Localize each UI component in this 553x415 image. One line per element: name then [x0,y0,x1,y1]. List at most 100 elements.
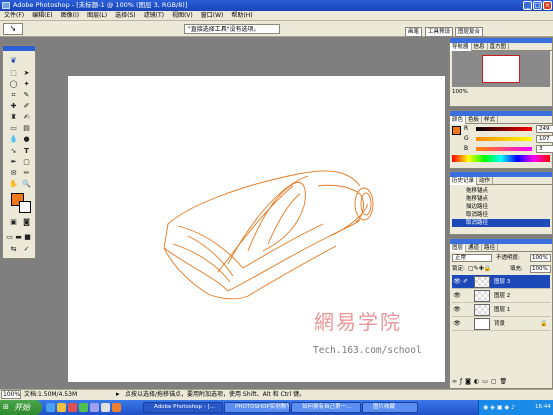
tab-histogram[interactable]: 直方图 [488,43,510,51]
taskbar-item-pictures[interactable]: 图片收藏 [362,402,418,413]
color-spectrum-bar[interactable] [452,155,550,162]
menu-layer[interactable]: 图层(L) [83,11,111,21]
well-tab-tool-presets[interactable]: 工具预设 [425,27,454,37]
fill-field[interactable]: 100% [530,265,551,273]
taskbar-item-web[interactable]: 如何拥有自己第一... [291,402,361,413]
blur-tool-icon[interactable]: 💧 [8,134,19,145]
eye-icon[interactable]: 👁 [453,292,461,300]
eye-icon[interactable]: 👁 [453,278,461,286]
tab-channels[interactable]: 通道 [466,244,483,252]
close-button[interactable]: × [543,1,552,10]
browser-icon[interactable] [112,403,121,412]
pen-tool-icon[interactable]: ✒ [8,157,19,168]
shortcut-icon[interactable] [101,403,110,412]
tab-color[interactable]: 颜色 [450,116,467,124]
menu-view[interactable]: 视图(V) [168,11,197,21]
adjustment-layer-icon[interactable]: ◐ [474,378,482,385]
link-layers-icon[interactable]: ∞ [452,378,460,385]
tab-layers[interactable]: 图层 [450,244,467,252]
tab-actions[interactable]: 动作 [477,177,494,185]
status-doc-size[interactable]: 文档:1.50M/4.53M [24,389,77,400]
canvas[interactable] [68,76,445,382]
ie-icon[interactable] [46,403,55,412]
screen-mode-full-icon[interactable]: ■ [23,232,32,243]
menu-select[interactable]: 选择(S) [111,11,140,21]
path-selection-tool-icon[interactable]: ➘ [8,146,19,157]
status-arrow-icon[interactable]: ▸ [116,390,120,399]
history-item-current[interactable]: 取消路径 [452,219,550,227]
jump-to-imageready-icon[interactable]: ✓ [21,244,32,255]
layer-row[interactable]: 👁 背景 🔒 [452,317,550,331]
tab-paths[interactable]: 路径 [482,244,499,252]
imageready-icon[interactable]: ⇆ [8,244,19,255]
lock-icons[interactable]: ▢✎✚🔒 [468,265,491,273]
layer-row[interactable]: 👁 ✐ 图层 3 [452,275,550,289]
opacity-field[interactable]: 100% [530,254,551,262]
toolbox-header[interactable] [3,46,35,51]
minimize-button[interactable]: _ [523,1,532,10]
desktop-icon[interactable] [90,403,99,412]
eye-icon[interactable]: 👁 [453,306,461,314]
taskbar-item-tutorial[interactable]: PHOTOSHOP实例教学... [224,402,290,413]
well-tab-layer-comps[interactable]: 图层复合 [455,27,484,37]
media-icon[interactable] [68,403,77,412]
folder-icon[interactable] [57,403,66,412]
clock[interactable]: 16:44 [535,400,551,415]
color-fg-swatch[interactable] [452,126,461,135]
channel-g-slider[interactable] [476,137,532,141]
magic-wand-tool-icon[interactable]: ✦ [21,79,32,90]
menu-image[interactable]: 图像(I) [57,11,83,21]
crop-tool-icon[interactable]: ⌗ [8,90,19,101]
status-zoom-field[interactable]: 100% [1,390,21,399]
lasso-tool-icon[interactable]: ◯ [8,79,19,90]
well-tab-brushes[interactable]: 画笔 [405,27,423,37]
quick-mask-mode-icon[interactable]: ◙ [21,217,32,228]
zoom-tool-icon[interactable]: 🔍 [21,179,32,190]
eraser-tool-icon[interactable]: ▭ [8,123,19,134]
standard-mode-icon[interactable]: ▣ [8,217,19,228]
tool-preset-picker[interactable]: ➘ [3,23,23,35]
channel-b-slider[interactable] [476,147,532,151]
layer-row[interactable]: 👁 图层 1 [452,303,550,317]
menu-edit[interactable]: 编辑(E) [28,11,56,21]
menu-filter[interactable]: 滤镜(T) [140,11,168,21]
background-color-swatch[interactable] [19,201,31,213]
channel-r-slider[interactable] [476,127,532,131]
history-item[interactable]: 描边路径 [452,203,550,211]
channel-g-value[interactable]: 107 [536,135,553,143]
channel-b-value[interactable]: 3 [536,145,553,153]
notes-tool-icon[interactable]: ✉ [8,168,19,179]
maximize-button[interactable]: □ [533,1,542,10]
tab-navigator[interactable]: 导航器 [450,43,472,51]
history-brush-tool-icon[interactable]: ✍ [21,112,32,123]
navigator-zoom[interactable]: 100% [452,89,468,96]
menu-window[interactable]: 窗口(W) [197,11,228,21]
new-group-icon[interactable]: ▭ [482,378,491,385]
eye-icon[interactable]: 👁 [453,320,461,328]
eyedropper-tool-icon[interactable]: ✏ [21,168,32,179]
screen-mode-full-menu-icon[interactable]: ▬ [14,232,23,243]
channel-r-value[interactable]: 249 [536,125,553,133]
navigator-view-box[interactable] [482,55,520,83]
tray-icons[interactable]: ◉◈▣◆♪ [483,400,517,415]
brush-tool-icon[interactable]: ✐ [21,101,32,112]
screen-mode-standard-icon[interactable]: ▭ [5,232,14,243]
hand-tool-icon[interactable]: ✋ [8,179,19,190]
healing-brush-tool-icon[interactable]: ✚ [8,101,19,112]
menu-file[interactable]: 文件(F) [0,11,28,21]
marquee-tool-icon[interactable]: ⬚ [8,68,19,79]
blend-mode-select[interactable]: 正常 [452,254,492,262]
type-tool-icon[interactable]: T [21,146,32,157]
move-tool-icon[interactable]: ➤ [21,68,32,79]
layer-row[interactable]: 👁 图层 2 [452,289,550,303]
new-layer-icon[interactable]: ▢ [491,378,500,385]
slice-tool-icon[interactable]: ✎ [21,90,32,101]
tab-history[interactable]: 历史记录 [450,177,478,185]
history-item[interactable]: 取消路径 [452,211,550,219]
history-item[interactable]: 拖移锚点 [452,195,550,203]
dodge-tool-icon[interactable]: ● [21,134,32,145]
tab-styles[interactable]: 样式 [482,116,499,124]
layer-mask-icon[interactable]: ◙ [465,378,474,385]
shape-tool-icon[interactable]: ▢ [21,157,32,168]
photoshop-feather-icon[interactable]: ❦ [8,55,19,66]
